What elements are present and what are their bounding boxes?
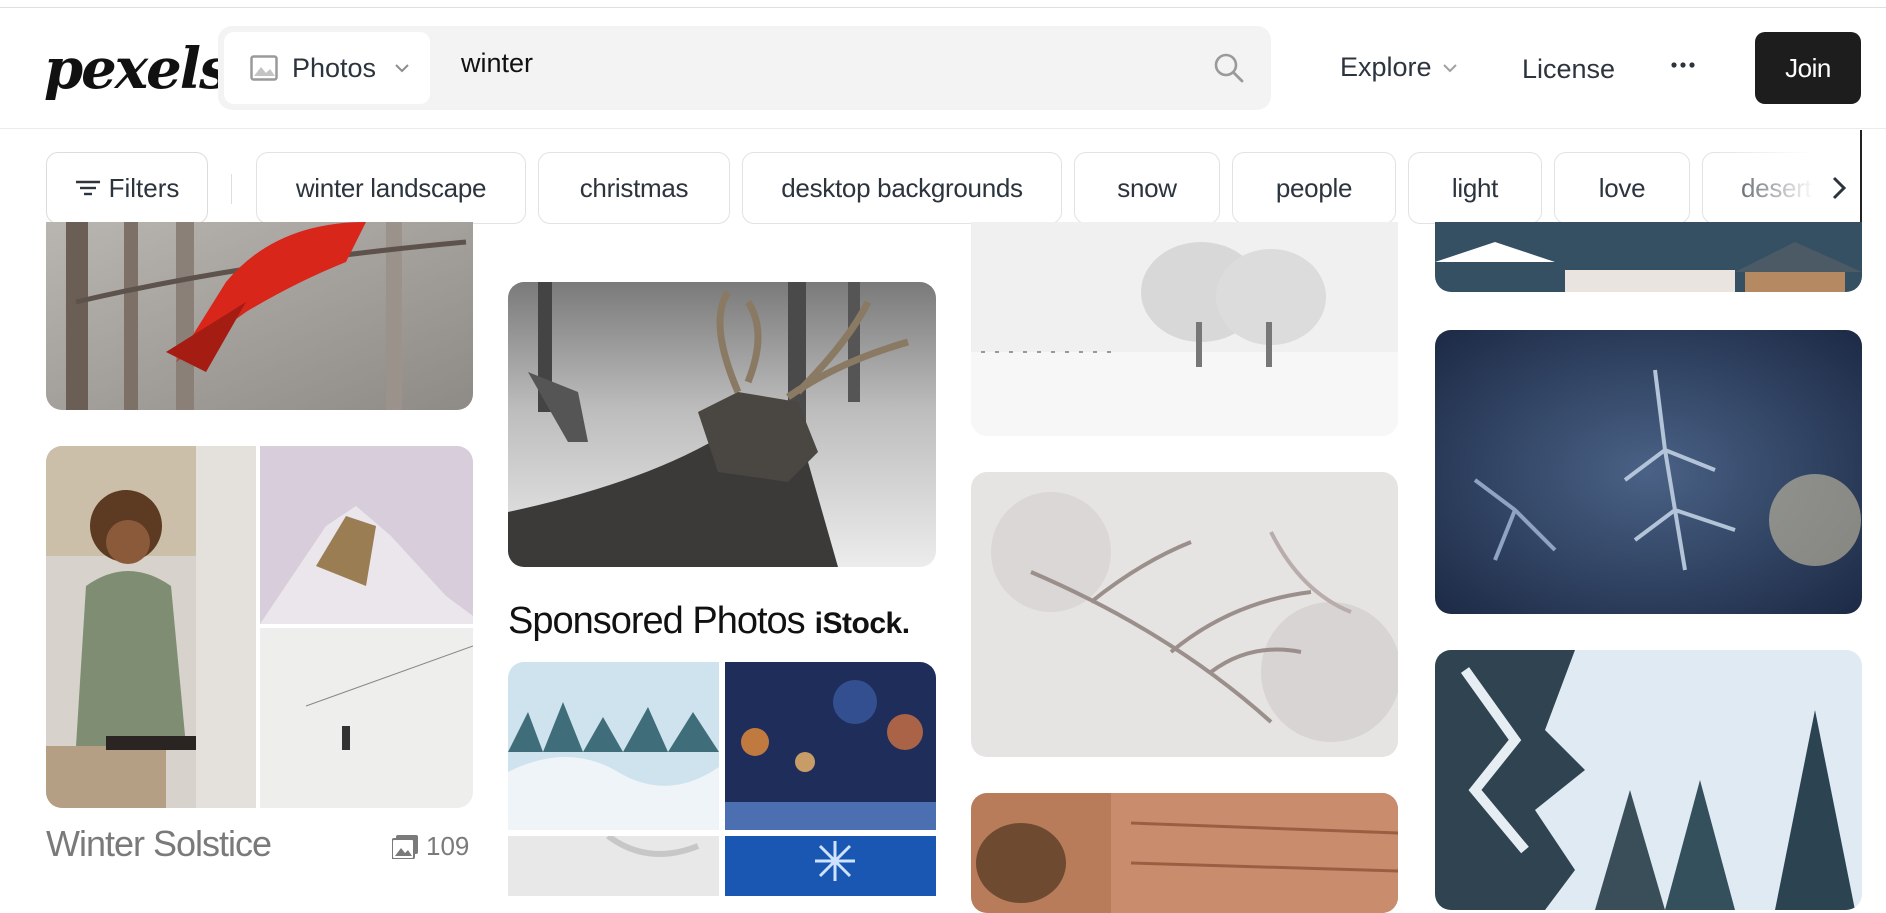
- more-icon[interactable]: [1670, 52, 1696, 78]
- collection-count: 109: [392, 831, 469, 862]
- sponsored-photo-bokeh-lights[interactable]: [725, 662, 936, 830]
- chip-desktop-backgrounds[interactable]: desktop backgrounds: [742, 152, 1062, 224]
- photo-cardinal[interactable]: [46, 222, 473, 410]
- search-input[interactable]: [444, 32, 1204, 104]
- join-button[interactable]: Join: [1755, 32, 1861, 104]
- sponsored-label: Sponsored Photos: [508, 600, 806, 642]
- sponsored-photo-snowflake[interactable]: [725, 836, 936, 896]
- chip-winter-landscape[interactable]: winter landscape: [256, 152, 526, 224]
- media-type-label: Photos: [292, 52, 377, 83]
- sponsored-photo-snow-field[interactable]: [508, 662, 719, 830]
- chip-christmas[interactable]: christmas: [538, 152, 730, 224]
- collection-winter-solstice[interactable]: [46, 446, 473, 808]
- chip-people[interactable]: people: [1232, 152, 1396, 224]
- photo-frosty-plants[interactable]: [971, 472, 1398, 757]
- collection-count-value: 109: [426, 831, 470, 861]
- related-searches: winter landscape christmas desktop backg…: [256, 152, 1842, 224]
- nav-explore[interactable]: Explore: [1340, 52, 1458, 83]
- filters-label: Filters: [108, 172, 180, 203]
- divider: [231, 174, 232, 204]
- media-type-select[interactable]: Photos: [224, 32, 430, 104]
- search-icon[interactable]: [1213, 52, 1245, 84]
- browser-top-edge: [0, 0, 1886, 8]
- chevron-down-icon: [395, 64, 409, 73]
- collection-title[interactable]: Winter Solstice: [46, 823, 272, 865]
- photo-deer[interactable]: [508, 282, 936, 567]
- photo-snow-trees[interactable]: [971, 222, 1398, 436]
- chevron-right-icon[interactable]: [1826, 174, 1852, 202]
- filter-icon: [75, 180, 100, 196]
- header: pexels Photos winter Explore License Joi…: [0, 8, 1886, 129]
- nav-explore-label: Explore: [1340, 52, 1432, 82]
- filters-button[interactable]: Filters: [46, 152, 208, 224]
- chevron-down-icon: [1442, 63, 1457, 72]
- search-query: winter: [461, 48, 534, 78]
- search-bar: Photos winter: [218, 26, 1271, 110]
- chip-snow[interactable]: snow: [1074, 152, 1220, 224]
- sponsored-photo-frosty-branch[interactable]: [508, 836, 719, 896]
- chip-light[interactable]: light: [1408, 152, 1542, 224]
- sponsored-heading: Sponsored Photos iStock.: [508, 600, 910, 643]
- photo-pinecone-wood[interactable]: [971, 793, 1398, 913]
- image-icon: [250, 55, 278, 81]
- photo-snow-pines[interactable]: [1435, 650, 1862, 910]
- pexels-logo[interactable]: pexels: [44, 36, 231, 102]
- photo-ice-crystals[interactable]: [1435, 330, 1862, 614]
- collection-icon: [392, 834, 418, 859]
- chip-love[interactable]: love: [1554, 152, 1690, 224]
- nav-license[interactable]: License: [1522, 54, 1615, 85]
- istock-logo[interactable]: iStock.: [815, 607, 910, 641]
- photo-snowy-village[interactable]: [1435, 222, 1862, 292]
